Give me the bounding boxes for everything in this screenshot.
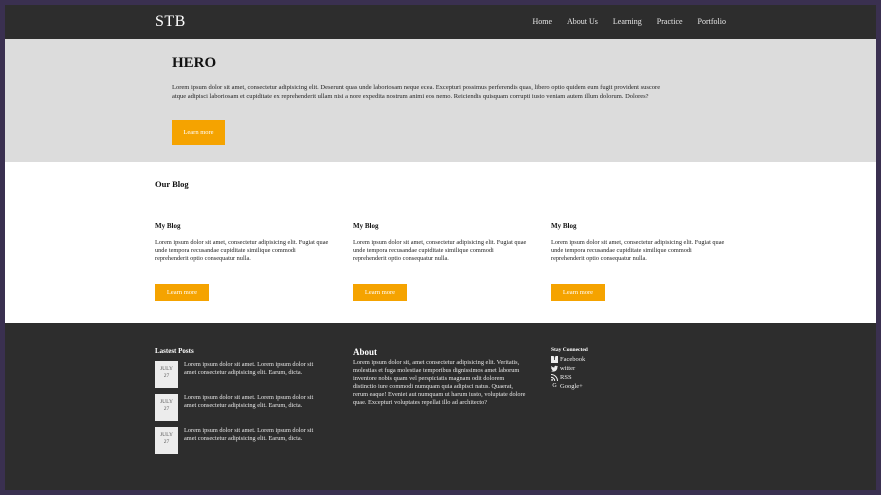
- blog-card: My Blog Lorem ipsum dolor sit amet, cons…: [353, 222, 528, 301]
- social-label: Google+: [560, 383, 583, 390]
- about-text: Lorem ipsum dolor sit, amet consectetur …: [353, 359, 526, 406]
- blog-card-text: Lorem ipsum dolor sit amet, consectetur …: [155, 239, 329, 262]
- blog-section: Our Blog My Blog Lorem ipsum dolor sit a…: [5, 162, 876, 323]
- post-date-month: JULY: [160, 432, 173, 438]
- blog-card-text: Lorem ipsum dolor sit amet, consectetur …: [353, 239, 527, 262]
- main-nav: Home About Us Learning Practice Portfoli…: [532, 17, 726, 26]
- latest-post-item[interactable]: JULY 27 Lorem ipsum dolor sit amet. Lore…: [155, 394, 324, 421]
- social-link-rss[interactable]: RSS: [551, 373, 588, 382]
- hero-text: Lorem ipsum dolor sit amet, consectetur …: [172, 84, 661, 100]
- post-date-day: 27: [163, 439, 170, 445]
- post-date-badge: JULY 27: [155, 427, 178, 454]
- social-link-twitter[interactable]: witter: [551, 364, 588, 373]
- blog-card-learn-more-button[interactable]: Learn more: [155, 284, 209, 301]
- post-excerpt: Lorem ipsum dolor sit amet. Lorem ipsum …: [184, 394, 314, 409]
- brand-logo[interactable]: STB: [155, 13, 186, 31]
- post-excerpt: Lorem ipsum dolor sit amet. Lorem ipsum …: [184, 427, 314, 442]
- nav-link-portfolio[interactable]: Portfolio: [698, 17, 726, 26]
- blog-card-learn-more-button[interactable]: Learn more: [353, 284, 407, 301]
- latest-post-item[interactable]: JULY 27 Lorem ipsum dolor sit amet. Lore…: [155, 427, 324, 454]
- navbar: STB Home About Us Learning Practice Port…: [5, 5, 876, 39]
- post-date-badge: JULY 27: [155, 361, 178, 388]
- post-date-month: JULY: [160, 366, 173, 372]
- social-label: Facebook: [560, 356, 586, 363]
- about-column: About Lorem ipsum dolor sit, amet consec…: [353, 347, 528, 407]
- post-date-day: 27: [163, 406, 170, 412]
- social-label: RSS: [560, 374, 572, 381]
- blog-card: My Blog Lorem ipsum dolor sit amet, cons…: [551, 222, 726, 301]
- blog-heading: Our Blog: [155, 179, 189, 189]
- hero-section: HERO Lorem ipsum dolor sit amet, consect…: [5, 39, 876, 162]
- blog-card-title: My Blog: [155, 222, 181, 230]
- latest-posts: Lastest Posts JULY 27 Lorem ipsum dolor …: [155, 347, 324, 460]
- rss-icon: [551, 374, 558, 381]
- nav-link-about-us[interactable]: About Us: [567, 17, 598, 26]
- hero-learn-more-button[interactable]: Learn more: [172, 120, 225, 145]
- post-date-month: JULY: [160, 399, 173, 405]
- social-link-facebook[interactable]: f Facebook: [551, 355, 588, 364]
- nav-link-practice[interactable]: Practice: [657, 17, 683, 26]
- blog-card-text: Lorem ipsum dolor sit amet, consectetur …: [551, 239, 725, 262]
- hero-title: HERO: [172, 55, 217, 71]
- latest-posts-heading: Lastest Posts: [155, 347, 194, 355]
- social-label: witter: [560, 365, 576, 372]
- stay-connected: Stay Connected f Facebook witter RSS G G…: [551, 347, 588, 391]
- twitter-icon: [551, 365, 558, 372]
- about-heading: About: [353, 347, 378, 357]
- post-date-day: 27: [163, 373, 170, 379]
- nav-link-home[interactable]: Home: [532, 17, 552, 26]
- post-excerpt: Lorem ipsum dolor sit amet. Lorem ipsum …: [184, 361, 314, 376]
- post-date-badge: JULY 27: [155, 394, 178, 421]
- google-plus-icon: G: [552, 383, 557, 389]
- footer: Lastest Posts JULY 27 Lorem ipsum dolor …: [5, 323, 876, 490]
- stay-connected-heading: Stay Connected: [551, 347, 588, 353]
- facebook-icon: f: [551, 356, 558, 363]
- page-frame: STB Home About Us Learning Practice Port…: [5, 5, 876, 490]
- blog-card-title: My Blog: [551, 222, 577, 230]
- blog-card: My Blog Lorem ipsum dolor sit amet, cons…: [155, 222, 330, 301]
- social-link-google-plus[interactable]: G Google+: [551, 382, 588, 391]
- blog-card-title: My Blog: [353, 222, 379, 230]
- latest-post-item[interactable]: JULY 27 Lorem ipsum dolor sit amet. Lore…: [155, 361, 324, 388]
- nav-link-learning[interactable]: Learning: [613, 17, 642, 26]
- blog-card-learn-more-button[interactable]: Learn more: [551, 284, 605, 301]
